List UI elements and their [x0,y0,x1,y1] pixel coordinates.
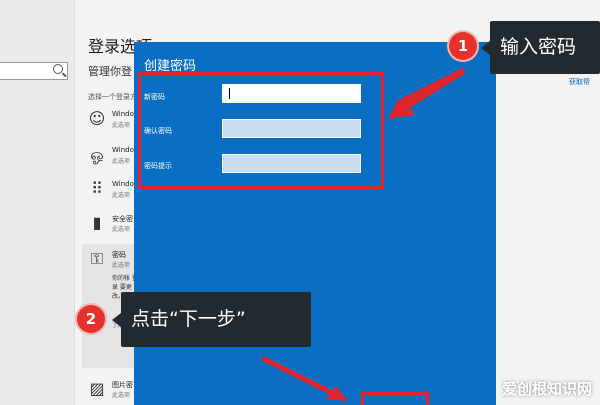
option-desc: 此选项 [112,192,131,199]
option-label: 图片密 [112,381,133,389]
option-face[interactable]: ☺ Windo 此选项 [82,104,142,138]
option-label: 密码 [112,251,126,259]
step2-callout: 点击“下一步” [112,292,311,347]
get-help-link[interactable]: 获取帮 [569,77,590,87]
step1-badge: 1 [449,32,477,60]
page-subtitle: 管理你登 [88,65,132,78]
option-desc: 此选项 [112,262,131,269]
option-label: Windo [112,110,134,118]
option-desc: 此选项 [112,226,131,233]
option-label: 安全密 [112,215,133,223]
watermark: 爱创根知识网 [501,380,592,398]
fingerprint-icon: ஓ [90,145,104,164]
step2-badge: 2 [77,305,105,333]
option-label: Windo [112,180,134,188]
fields-highlight-box [138,72,384,189]
search-box[interactable] [0,62,68,80]
option-desc: 此选项 [112,122,131,129]
step1-callout: 输入密码 [481,21,600,74]
option-picture-password[interactable]: ▨ 图片密 此选项 [82,374,142,405]
option-desc: 此选项 [112,158,131,165]
key-icon: ⚿ [90,249,104,268]
picture-icon: ▨ [89,379,105,398]
pin-keypad-icon: ⠿ [91,179,103,198]
option-security-key[interactable]: ▮ 安全密 此选项 [82,208,142,242]
left-pane [0,0,75,405]
page-hint: 选择一个登录方 [88,93,137,101]
option-fingerprint[interactable]: ஓ Windo 此选项 [82,140,142,174]
next-button-highlight-box [361,392,429,405]
option-pin[interactable]: ⠿ Windo 此选项 [82,174,142,208]
search-icon[interactable] [53,64,63,74]
option-label: Windo [112,146,134,154]
option-desc: 此选项 [112,392,131,399]
face-icon: ☺ [88,109,106,128]
security-key-icon: ▮ [92,213,102,232]
